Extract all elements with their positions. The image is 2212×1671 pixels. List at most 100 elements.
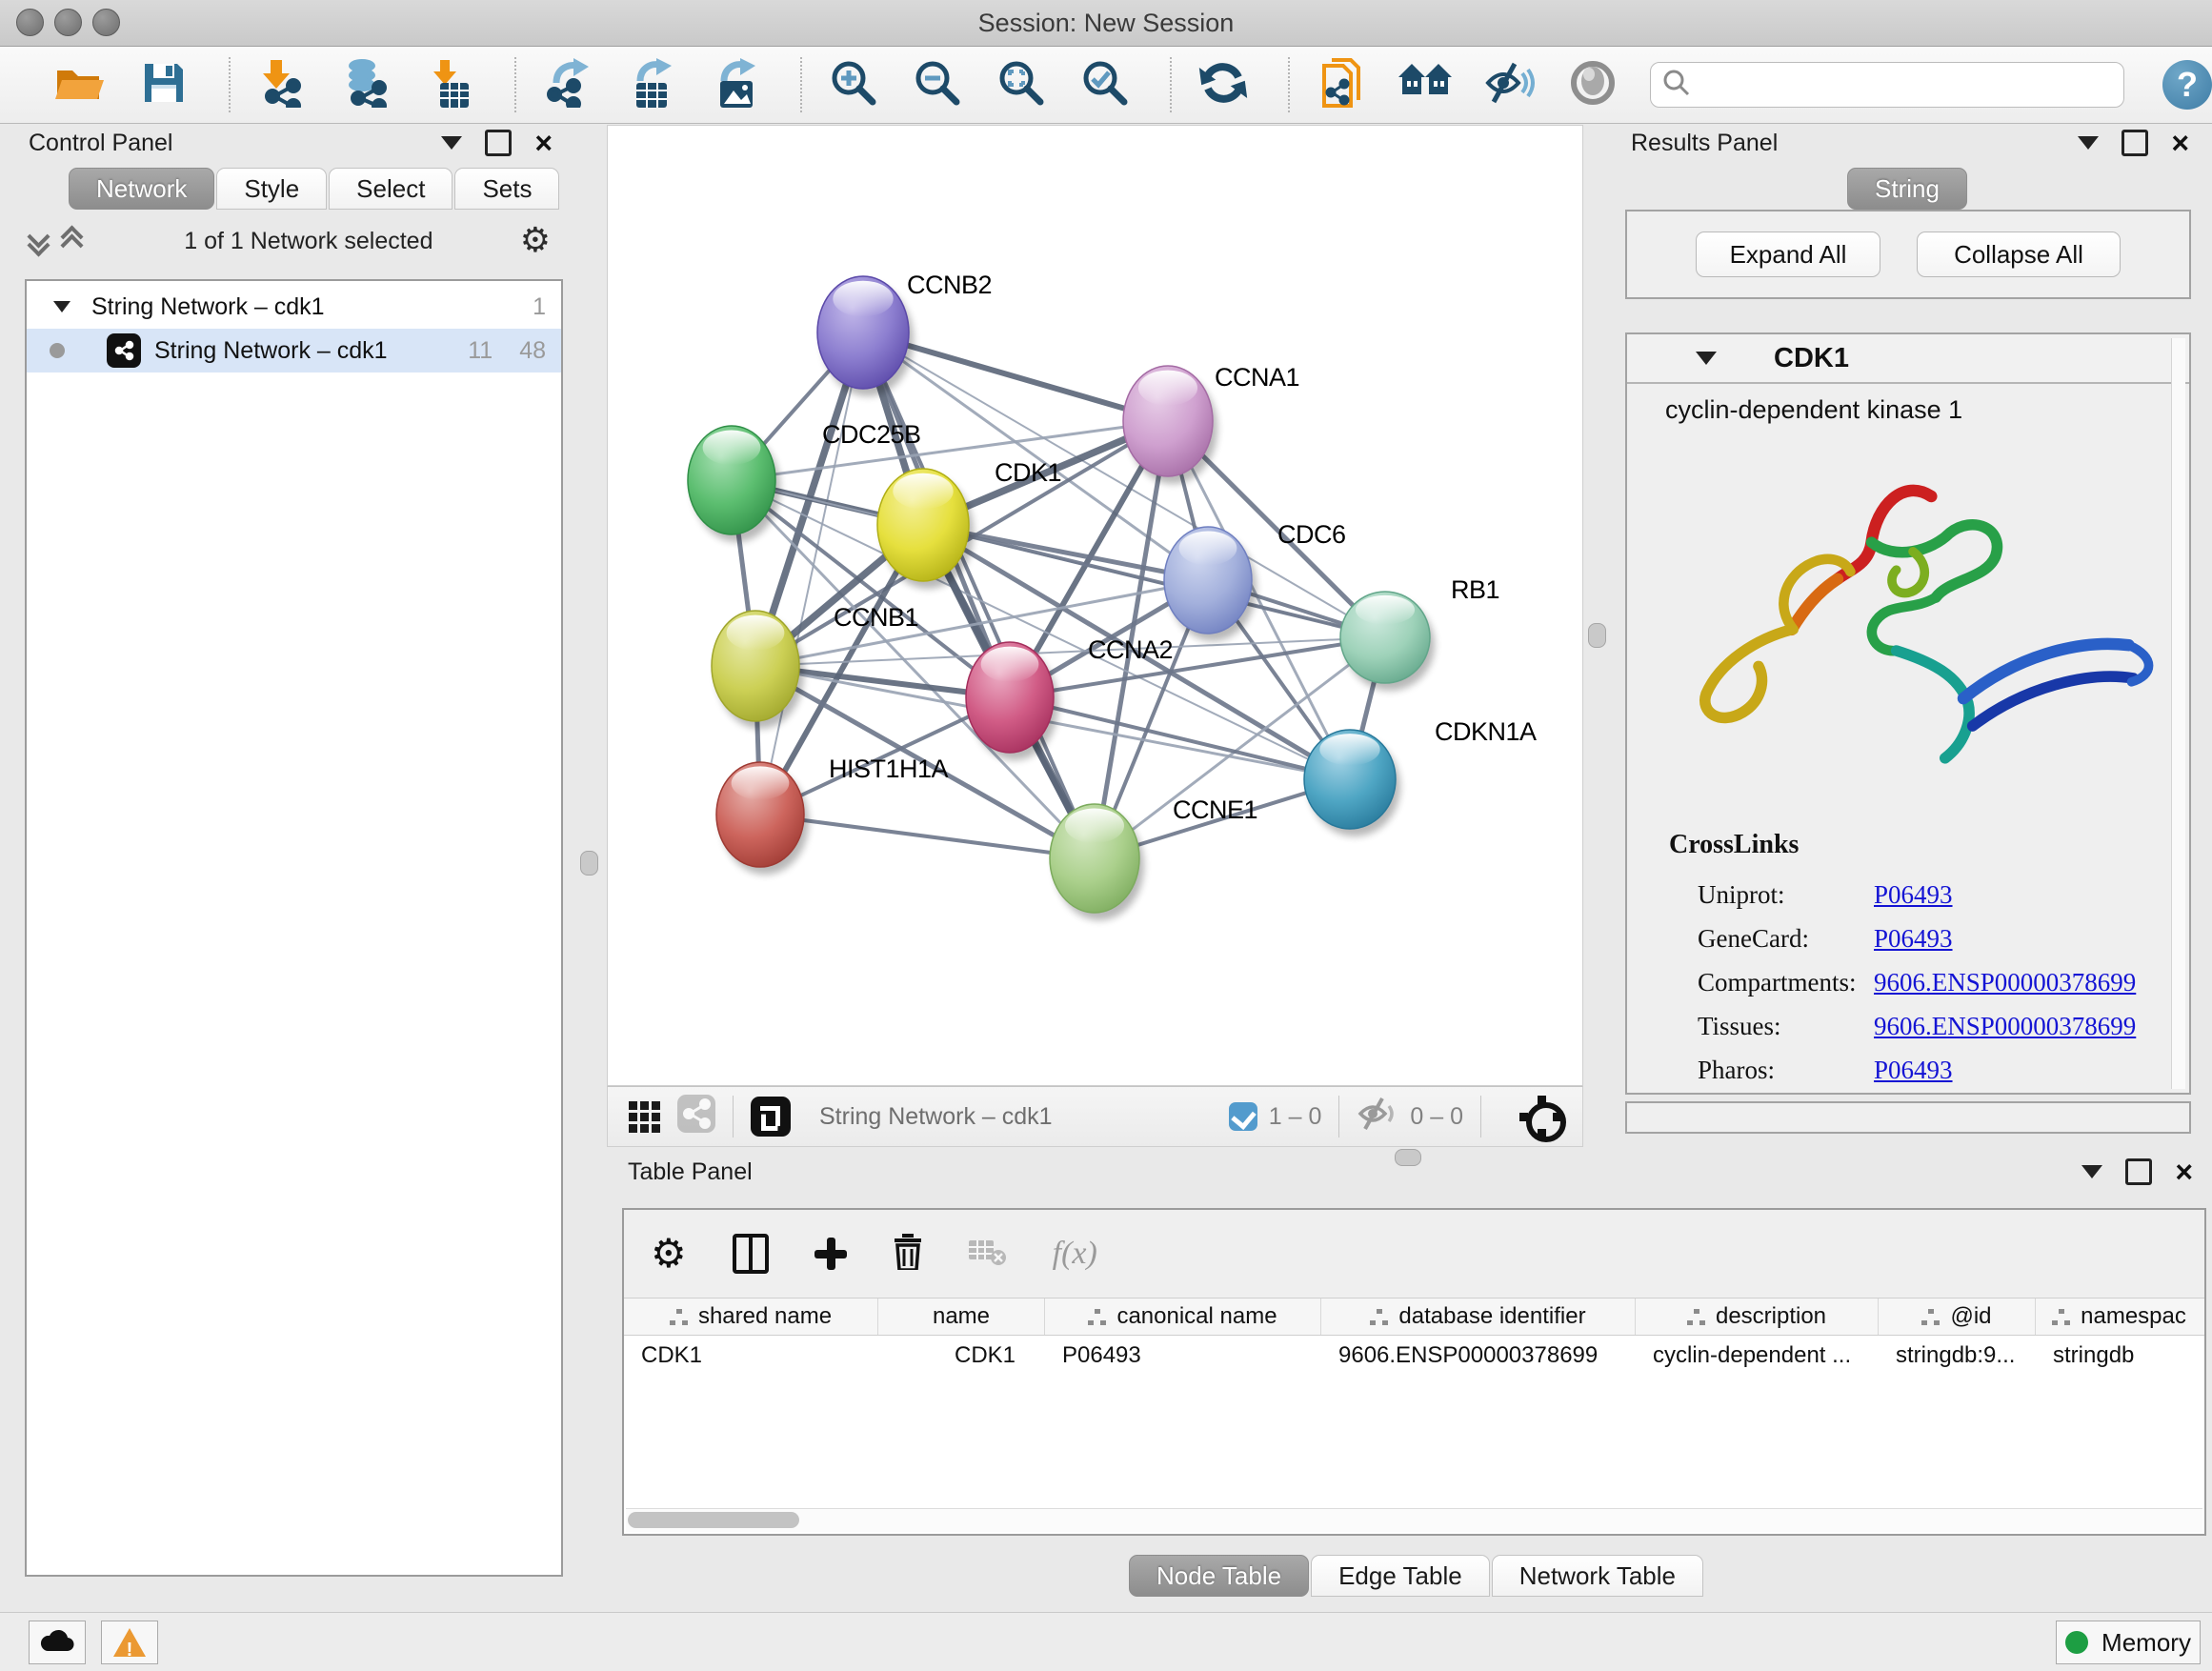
import-network-from-database-button[interactable] xyxy=(339,58,392,111)
tab-style[interactable]: Style xyxy=(216,168,327,210)
right-splitter-handle[interactable] xyxy=(1588,623,1606,648)
node-CDC6[interactable] xyxy=(1164,527,1257,641)
cell-database-identifier[interactable]: 9606.ENSP00000378699 xyxy=(1321,1342,1636,1369)
table-horizontal-scrollbar[interactable] xyxy=(626,1508,2202,1532)
hide-show-graphics-button[interactable] xyxy=(1482,58,1536,111)
next-gene-section-partial[interactable] xyxy=(1625,1101,2191,1134)
cloud-button[interactable] xyxy=(29,1621,86,1664)
tab-network[interactable]: Network xyxy=(69,168,214,210)
left-splitter-handle[interactable] xyxy=(580,851,598,876)
node-CCNB1[interactable] xyxy=(712,611,804,729)
node-HIST1H1A[interactable] xyxy=(716,762,809,875)
open-in-new-window-icon[interactable] xyxy=(751,1097,791,1137)
memory-status-dot xyxy=(2065,1631,2088,1654)
expand-all-button[interactable]: Expand All xyxy=(1696,232,1880,277)
node-CCNB2[interactable] xyxy=(817,276,914,396)
node-CCNA2[interactable] xyxy=(966,642,1058,760)
collapse-all-button[interactable]: Collapse All xyxy=(1917,232,2121,277)
gene-collapse-icon[interactable] xyxy=(1696,352,1717,365)
column-header-name[interactable]: name xyxy=(878,1299,1045,1335)
table-options-gear-icon[interactable]: ⚙ xyxy=(651,1239,687,1268)
compartments-link[interactable]: 9606.ENSP00000378699 xyxy=(1874,968,2136,997)
import-table-button[interactable] xyxy=(423,58,476,111)
panel-float-icon[interactable] xyxy=(441,136,462,150)
memory-button[interactable]: Memory xyxy=(2056,1621,2201,1664)
export-image-button[interactable] xyxy=(709,58,762,111)
panel-close-icon[interactable]: × xyxy=(534,132,553,153)
network-share-icon[interactable] xyxy=(677,1095,715,1139)
network-collection-row[interactable]: String Network – cdk1 1 xyxy=(27,281,561,329)
birds-eye-toggle-icon[interactable] xyxy=(1519,1096,1561,1137)
tab-network-table[interactable]: Network Table xyxy=(1492,1555,1703,1597)
delete-column-icon[interactable] xyxy=(893,1234,923,1275)
cell-canonical-name[interactable]: P06493 xyxy=(1045,1342,1321,1369)
panel-maximize-icon[interactable] xyxy=(2122,130,2148,156)
scrollbar-thumb[interactable] xyxy=(628,1512,799,1528)
column-header-database-identifier[interactable]: database identifier xyxy=(1321,1299,1636,1335)
expand-all-networks-icon[interactable] xyxy=(64,229,80,253)
column-header-description[interactable]: description xyxy=(1636,1299,1879,1335)
cell-namespace[interactable]: stringdb xyxy=(2036,1342,2202,1369)
column-header-id[interactable]: @id xyxy=(1879,1299,2036,1335)
node-CCNA1[interactable] xyxy=(1123,366,1217,484)
warnings-button[interactable]: ! xyxy=(101,1621,158,1664)
cell-name[interactable]: CDK1 xyxy=(878,1342,1045,1369)
grid-view-icon[interactable] xyxy=(629,1101,660,1133)
network-options-gear-icon[interactable]: ⚙ xyxy=(520,227,551,255)
edge-CCNB2-HIST1H1A[interactable] xyxy=(760,332,863,815)
tab-sets[interactable]: Sets xyxy=(454,168,559,210)
panel-float-icon[interactable] xyxy=(2078,136,2099,150)
genecard-link[interactable]: P06493 xyxy=(1874,924,1953,954)
column-header-namespace[interactable]: namespac xyxy=(2036,1299,2202,1335)
window-title: Session: New Session xyxy=(0,9,2212,38)
column-header-canonical-name[interactable]: canonical name xyxy=(1045,1299,1321,1335)
table-row[interactable]: CDK1 CDK1 P06493 9606.ENSP00000378699 cy… xyxy=(624,1336,2204,1376)
panel-close-icon[interactable]: × xyxy=(2175,1161,2193,1182)
panel-maximize-icon[interactable] xyxy=(2125,1158,2152,1185)
collection-expand-icon[interactable] xyxy=(53,301,70,312)
export-table-button[interactable] xyxy=(625,58,678,111)
results-scrollbar[interactable] xyxy=(2171,338,2185,1089)
search-field[interactable] xyxy=(1650,62,2124,108)
preview-sphere-button[interactable] xyxy=(1566,58,1619,111)
import-network-button[interactable] xyxy=(255,58,309,111)
gene-section-header[interactable]: CDK1 xyxy=(1627,334,2189,384)
cell-description[interactable]: cyclin-dependent ... xyxy=(1636,1342,1879,1369)
network-canvas[interactable]: CCNB2CCNA1CDC25BCDK1CDC6RB1CCNB1CCNA2CDK… xyxy=(607,125,1583,1086)
tab-edge-table[interactable]: Edge Table xyxy=(1311,1555,1490,1597)
zoom-out-button[interactable] xyxy=(911,58,964,111)
show-columns-icon[interactable] xyxy=(733,1234,769,1274)
cell-id[interactable]: stringdb:9... xyxy=(1879,1342,2036,1369)
column-header-shared-name[interactable]: shared name xyxy=(624,1299,878,1335)
save-session-button[interactable] xyxy=(137,58,191,111)
tab-node-table[interactable]: Node Table xyxy=(1129,1555,1309,1597)
new-network-from-selection-button[interactable] xyxy=(1315,58,1368,111)
export-network-button[interactable] xyxy=(541,58,594,111)
node-RB1[interactable] xyxy=(1340,592,1435,691)
panel-maximize-icon[interactable] xyxy=(485,130,512,156)
add-column-icon[interactable] xyxy=(814,1238,847,1270)
node-CCNE1[interactable] xyxy=(1050,804,1144,920)
help-button[interactable]: ? xyxy=(2162,60,2212,110)
search-input[interactable] xyxy=(1691,65,2123,105)
node-CDK1[interactable] xyxy=(877,469,974,589)
tab-string[interactable]: String xyxy=(1847,168,1967,210)
network-row-selected[interactable]: String Network – cdk1 11 48 xyxy=(27,329,561,372)
apply-layout-button[interactable] xyxy=(1196,58,1250,111)
edge-HIST1H1A-CCNE1[interactable] xyxy=(760,815,1095,858)
collapse-all-networks-icon[interactable] xyxy=(30,229,47,253)
cell-shared-name[interactable]: CDK1 xyxy=(624,1342,878,1369)
selected-checkbox-icon[interactable] xyxy=(1229,1102,1257,1131)
zoom-in-button[interactable] xyxy=(827,58,880,111)
zoom-fit-button[interactable] xyxy=(995,58,1048,111)
uniprot-link[interactable]: P06493 xyxy=(1874,880,1953,910)
tab-select[interactable]: Select xyxy=(329,168,452,210)
pharos-link[interactable]: P06493 xyxy=(1874,1056,1953,1085)
open-session-button[interactable] xyxy=(53,58,107,111)
show-all-networks-button[interactable] xyxy=(1398,58,1452,111)
zoom-selected-button[interactable] xyxy=(1078,58,1132,111)
tissues-link[interactable]: 9606.ENSP00000378699 xyxy=(1874,1012,2136,1041)
node-CDKN1A[interactable] xyxy=(1304,730,1400,836)
panel-float-icon[interactable] xyxy=(2081,1165,2102,1178)
panel-close-icon[interactable]: × xyxy=(2171,132,2189,153)
